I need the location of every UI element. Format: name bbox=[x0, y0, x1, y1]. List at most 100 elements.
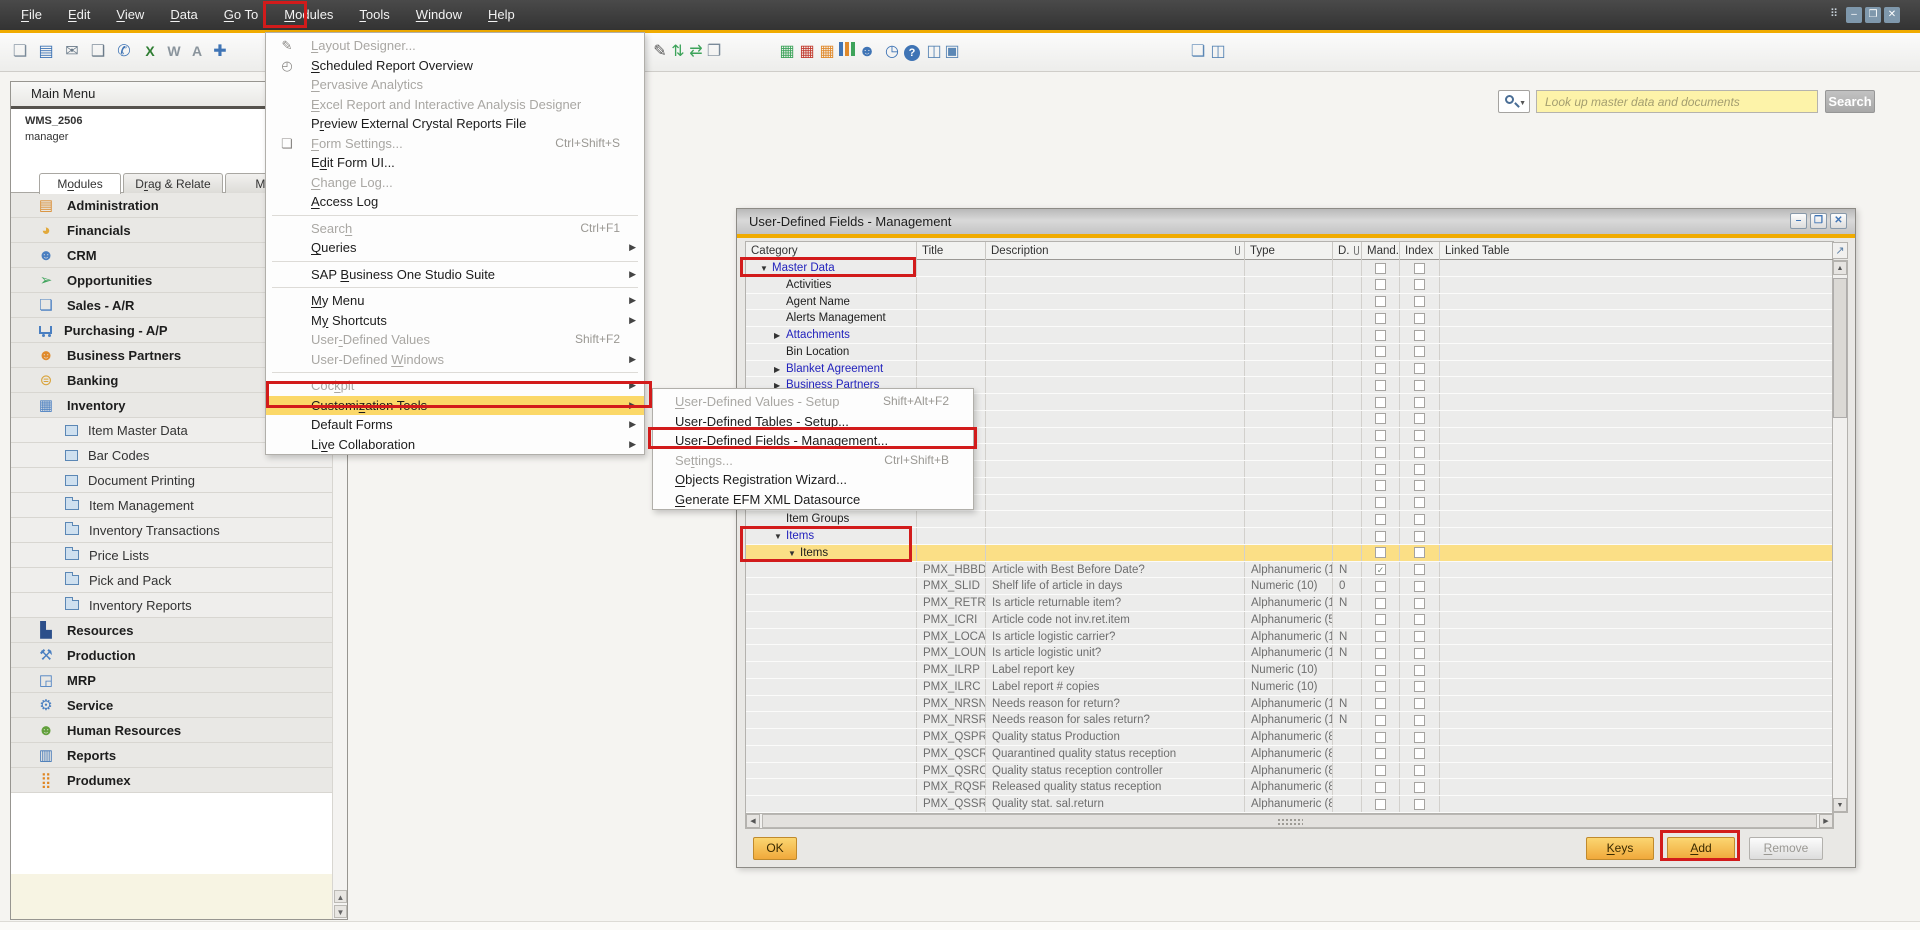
menu-help[interactable]: Help bbox=[475, 2, 528, 28]
mandatory-checkbox[interactable] bbox=[1375, 732, 1386, 743]
column-header-category[interactable]: Category bbox=[746, 242, 917, 260]
menu-item-sap-business-one-studio-suite[interactable]: SAP Business One Studio Suite▶ bbox=[266, 265, 644, 285]
menu-window[interactable]: Window bbox=[403, 2, 475, 28]
mandatory-checkbox[interactable] bbox=[1375, 782, 1386, 793]
mandatory-checkbox[interactable] bbox=[1375, 397, 1386, 408]
minimize-icon[interactable]: – bbox=[1846, 7, 1862, 23]
window-titlebar[interactable]: User-Defined Fields - Management – ❐ ✕ bbox=[737, 209, 1855, 234]
index-checkbox[interactable] bbox=[1414, 732, 1425, 743]
scroll-right-icon[interactable]: ▶ bbox=[1819, 814, 1833, 828]
scroll-up-icon[interactable]: ▲ bbox=[334, 890, 347, 903]
column-header-title[interactable]: Title bbox=[917, 242, 986, 260]
index-checkbox[interactable] bbox=[1414, 413, 1425, 424]
category-row-items[interactable]: ▼Items bbox=[746, 545, 1833, 562]
mandatory-checkbox[interactable] bbox=[1375, 631, 1386, 642]
index-checkbox[interactable] bbox=[1414, 330, 1425, 341]
field-row-pmx-qssr[interactable]: PMX_QSSRQuality stat. sal.returnAlphanum… bbox=[746, 796, 1833, 813]
sidebar-item-pick-and-pack[interactable]: Pick and Pack bbox=[11, 568, 333, 593]
index-checkbox[interactable] bbox=[1414, 631, 1425, 642]
index-checkbox[interactable] bbox=[1414, 665, 1425, 676]
mandatory-checkbox[interactable] bbox=[1375, 598, 1386, 609]
menu-item-customization-tools[interactable]: Customization Tools▶ bbox=[266, 396, 644, 416]
sidebar-item-document-printing[interactable]: Document Printing bbox=[11, 468, 333, 493]
field-row-pmx-retr[interactable]: PMX_RETRIs article returnable item?Alpha… bbox=[746, 595, 1833, 612]
print-preview-icon[interactable]: ❏ bbox=[8, 40, 32, 64]
index-checkbox[interactable] bbox=[1414, 263, 1425, 274]
index-checkbox[interactable] bbox=[1414, 279, 1425, 290]
mandatory-checkbox[interactable] bbox=[1375, 614, 1386, 625]
field-row-pmx-ilrp[interactable]: PMX_ILRPLabel report keyNumeric (10) bbox=[746, 662, 1833, 679]
field-row-pmx-nrsr[interactable]: PMX_NRSRNeeds reason for sales return?Al… bbox=[746, 712, 1833, 729]
horizontal-scrollbar[interactable]: ◀ ▶ bbox=[745, 813, 1834, 829]
field-row-pmx-loca[interactable]: PMX_LOCAIs article logistic carrier?Alph… bbox=[746, 629, 1833, 646]
tab-drag-relate[interactable]: Drag & Relate bbox=[123, 173, 223, 193]
mandatory-checkbox[interactable] bbox=[1375, 665, 1386, 676]
menu-item-generate-efm-xml-datasource[interactable]: Generate EFM XML Datasource bbox=[653, 490, 973, 510]
mandatory-checkbox[interactable] bbox=[1375, 330, 1386, 341]
ok-button[interactable]: OK bbox=[753, 837, 797, 860]
sidebar-item-service[interactable]: ⚙Service bbox=[11, 693, 333, 718]
mandatory-checkbox[interactable] bbox=[1375, 279, 1386, 290]
category-row-item-groups[interactable]: Item Groups bbox=[746, 511, 1833, 528]
menu-item-queries[interactable]: Queries▶ bbox=[266, 238, 644, 258]
sidebar-item-reports[interactable]: ▥Reports bbox=[11, 743, 333, 768]
sidebar-item-mrp[interactable]: ◲MRP bbox=[11, 668, 333, 693]
field-row-pmx-hbbd[interactable]: PMX_HBBDArticle with Best Before Date?Al… bbox=[746, 562, 1833, 579]
index-checkbox[interactable] bbox=[1414, 313, 1425, 324]
tree-expanded-icon[interactable]: ▼ bbox=[774, 529, 786, 544]
email-icon[interactable]: ✉ bbox=[60, 40, 84, 64]
add-button[interactable]: Add bbox=[1667, 837, 1735, 860]
mandatory-checkbox[interactable] bbox=[1375, 313, 1386, 324]
menu-item-user-defined-tables-setup[interactable]: User-Defined Tables - Setup... bbox=[653, 412, 973, 432]
scrollbar-thumb[interactable] bbox=[762, 814, 1817, 828]
sidebar-item-resources[interactable]: ▙Resources bbox=[11, 618, 333, 643]
layout-grid-icon[interactable]: ⠿ bbox=[1826, 7, 1842, 23]
mandatory-checkbox[interactable] bbox=[1375, 346, 1386, 357]
export-excel-icon[interactable]: X bbox=[138, 40, 162, 64]
menu-edit[interactable]: Edit bbox=[55, 2, 103, 28]
screen-icon[interactable]: ▣ bbox=[940, 40, 964, 64]
tree-expanded-icon[interactable]: ▼ bbox=[788, 546, 800, 561]
menu-item-preview-external-crystal-reports-file[interactable]: Preview External Crystal Reports File bbox=[266, 114, 644, 134]
index-checkbox[interactable] bbox=[1414, 648, 1425, 659]
mandatory-checkbox[interactable] bbox=[1375, 581, 1386, 592]
tree-collapsed-icon[interactable]: ▶ bbox=[774, 362, 786, 377]
minimize-icon[interactable]: – bbox=[1790, 213, 1807, 229]
mandatory-checkbox[interactable] bbox=[1375, 464, 1386, 475]
menu-modules[interactable]: Modules bbox=[271, 2, 346, 28]
field-row-pmx-rqsr[interactable]: PMX_RQSRReleased quality status receptio… bbox=[746, 779, 1833, 796]
field-row-pmx-ilrc[interactable]: PMX_ILRCLabel report # copiesNumeric (10… bbox=[746, 679, 1833, 696]
field-row-pmx-nrsn[interactable]: PMX_NRSNNeeds reason for return?Alphanum… bbox=[746, 696, 1833, 713]
mandatory-checkbox[interactable] bbox=[1375, 799, 1386, 810]
column-header-d[interactable]: D. bbox=[1333, 242, 1362, 260]
category-row-items[interactable]: ▼Items bbox=[746, 528, 1833, 545]
scroll-left-icon[interactable]: ◀ bbox=[746, 814, 760, 828]
category-row-alerts-management[interactable]: Alerts Management bbox=[746, 310, 1833, 327]
index-checkbox[interactable] bbox=[1414, 564, 1425, 575]
user-icon[interactable]: ☻ bbox=[855, 40, 879, 64]
column-header-type[interactable]: Type bbox=[1245, 242, 1333, 260]
index-checkbox[interactable] bbox=[1414, 799, 1425, 810]
index-checkbox[interactable] bbox=[1414, 581, 1425, 592]
mandatory-checkbox[interactable] bbox=[1375, 430, 1386, 441]
menu-item-edit-form-ui[interactable]: Edit Form UI... bbox=[266, 153, 644, 173]
index-checkbox[interactable] bbox=[1414, 447, 1425, 458]
column-header-index[interactable]: Index bbox=[1400, 242, 1440, 260]
mandatory-checkbox[interactable] bbox=[1375, 715, 1386, 726]
fax-icon[interactable]: ✆ bbox=[112, 40, 136, 64]
tree-collapsed-icon[interactable]: ▶ bbox=[774, 328, 786, 343]
print-icon[interactable]: ▤ bbox=[34, 40, 58, 64]
keys-button[interactable]: Keys bbox=[1586, 837, 1654, 860]
menu-item-default-forms[interactable]: Default Forms▶ bbox=[266, 415, 644, 435]
field-row-pmx-qspr[interactable]: PMX_QSPRQuality status ProductionAlphanu… bbox=[746, 729, 1833, 746]
mandatory-checkbox[interactable] bbox=[1375, 380, 1386, 391]
column-header-linked-table[interactable]: Linked Table bbox=[1440, 242, 1834, 260]
sidebar-item-item-management[interactable]: Item Management bbox=[11, 493, 333, 518]
index-checkbox[interactable] bbox=[1414, 514, 1425, 525]
index-checkbox[interactable] bbox=[1414, 715, 1425, 726]
index-checkbox[interactable] bbox=[1414, 531, 1425, 542]
menu-item-live-collaboration[interactable]: Live Collaboration▶ bbox=[266, 435, 644, 455]
sidebar-item-production[interactable]: ⚒Production bbox=[11, 643, 333, 668]
sms-icon[interactable]: ❑ bbox=[86, 40, 110, 64]
lookup-input[interactable] bbox=[1536, 90, 1818, 113]
